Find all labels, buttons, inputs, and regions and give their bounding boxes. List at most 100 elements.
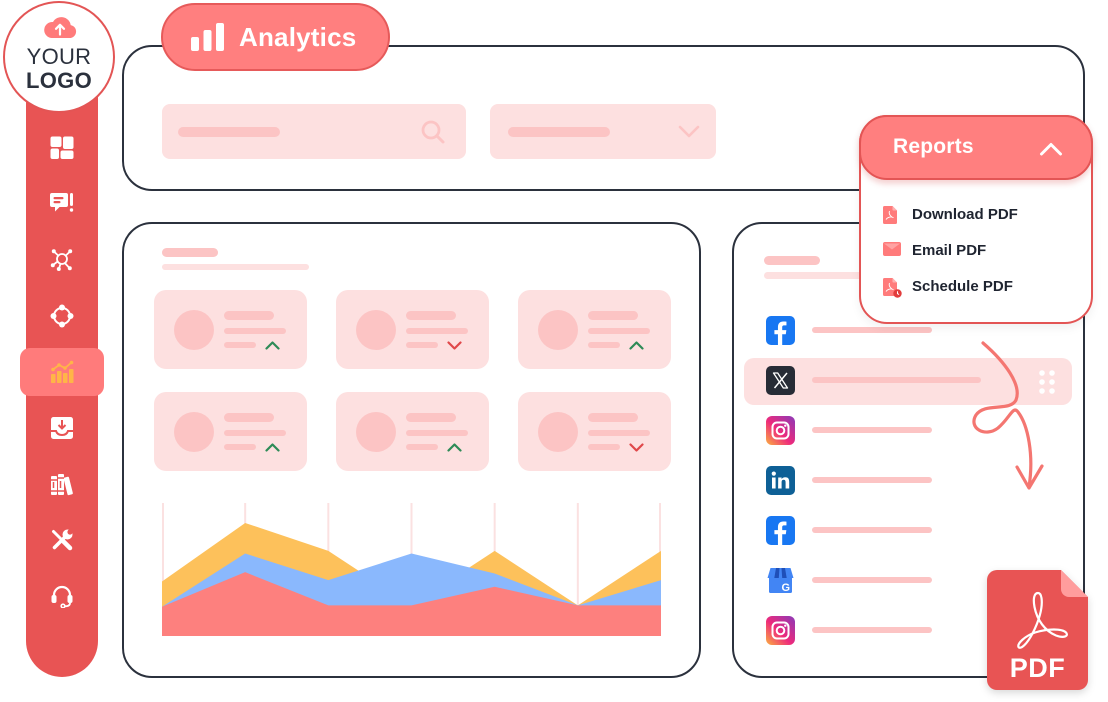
stat-card-avatar-skeleton	[538, 412, 578, 452]
area-chart	[162, 503, 661, 636]
x-icon	[766, 366, 795, 395]
sidebar-item-integrations[interactable]	[20, 292, 104, 340]
facebook-icon	[766, 316, 795, 345]
bar-chart-icon	[191, 23, 224, 51]
social-item-label-skeleton	[812, 577, 932, 583]
sidebar-item-support-headset[interactable]	[20, 572, 104, 620]
pdf-file-icon	[883, 206, 901, 225]
reports-dropdown: Reports Download PDF Email PDF Schedule …	[859, 115, 1093, 324]
stat-card	[154, 290, 307, 369]
sidebar-item-feedback[interactable]	[20, 180, 104, 228]
report-item-email-pdf[interactable]: Email PDF	[861, 233, 1091, 269]
sidebar-item-dashboard[interactable]	[20, 124, 104, 172]
trend-up-icon	[447, 443, 462, 452]
integrations-icon	[50, 304, 74, 328]
facebook-icon	[766, 516, 795, 545]
stat-card-label-skeleton	[588, 311, 638, 320]
filter-dropdown[interactable]	[490, 104, 716, 159]
stat-card-label-skeleton	[406, 413, 456, 422]
stat-card-value-skeleton	[224, 328, 286, 334]
x-icon	[766, 366, 795, 395]
stat-card-label-skeleton	[588, 413, 638, 422]
page-title: Analytics	[239, 21, 357, 52]
dashboard-icon	[50, 136, 74, 159]
reports-title: Reports	[893, 135, 974, 158]
social-item-label-skeleton	[812, 427, 932, 433]
search-input[interactable]	[162, 104, 466, 159]
social-item-label-skeleton	[812, 527, 932, 533]
instagram-icon	[766, 416, 795, 445]
trend-up-icon	[265, 341, 280, 350]
stat-card-value-skeleton	[588, 328, 650, 334]
stat-card-value-skeleton	[224, 430, 286, 436]
report-item-download-pdf[interactable]: Download PDF	[861, 197, 1091, 233]
social-item-x[interactable]	[744, 358, 1072, 405]
report-item-label: Schedule PDF	[912, 278, 1013, 295]
stat-card-grid	[154, 290, 671, 471]
sidebar-item-network[interactable]	[20, 236, 104, 284]
inbox-download-icon	[50, 416, 74, 440]
feedback-icon	[50, 192, 74, 216]
sidebar-item-inbox-download[interactable]	[20, 404, 104, 452]
instagram-icon	[766, 616, 795, 645]
email-icon	[883, 242, 901, 261]
dashboard-icon	[50, 136, 74, 160]
social-item-linkedin[interactable]	[744, 458, 1072, 505]
stat-card-label-skeleton	[406, 311, 456, 320]
logo[interactable]: YOUR LOGO	[3, 1, 115, 113]
social-item-instagram[interactable]	[744, 408, 1072, 455]
feedback-icon	[50, 193, 74, 212]
report-item-label: Email PDF	[912, 242, 987, 259]
tools-icon	[52, 529, 73, 551]
network-icon	[50, 249, 73, 271]
social-item-label-skeleton	[812, 477, 932, 483]
stat-card-label-skeleton	[224, 311, 274, 320]
stat-card-delta-skeleton	[588, 342, 620, 348]
support-headset-icon	[51, 585, 73, 608]
google-business-icon: G	[767, 568, 794, 594]
sidebar-item-library[interactable]	[20, 460, 104, 508]
area-chart-svg	[162, 503, 661, 636]
sidebar-item-analytics[interactable]	[20, 348, 104, 396]
stat-card-delta-skeleton	[224, 342, 256, 348]
facebook-icon	[766, 516, 795, 545]
drag-handle-icon[interactable]	[1038, 370, 1056, 394]
stats-panel-subtitle-skeleton	[162, 264, 309, 270]
stat-card	[336, 290, 489, 369]
social-panel-title-skeleton	[764, 256, 820, 265]
integrations-icon	[50, 304, 74, 328]
pdf-schedule-icon	[883, 278, 902, 298]
analytics-icon	[51, 360, 74, 383]
stat-card-avatar-skeleton	[356, 412, 396, 452]
stat-card-delta-skeleton	[224, 444, 256, 450]
chevron-up-icon[interactable]	[1039, 142, 1063, 156]
logo-line-1: YOUR	[26, 44, 92, 69]
tools-icon	[50, 528, 74, 552]
reports-dropdown-toggle[interactable]: Reports	[859, 115, 1093, 180]
search-input-value-skeleton	[178, 127, 280, 137]
stat-card-avatar-skeleton	[174, 412, 214, 452]
network-icon	[50, 248, 74, 272]
stat-card	[518, 290, 671, 369]
search-icon[interactable]	[420, 119, 446, 145]
trend-down-icon	[629, 443, 644, 452]
stat-card	[154, 392, 307, 471]
stat-card-delta-skeleton	[406, 342, 438, 348]
stat-card-value-skeleton	[406, 328, 468, 334]
stat-card-label-skeleton	[224, 413, 274, 422]
sidebar-item-tools[interactable]	[20, 516, 104, 564]
pdf-export-badge[interactable]: PDF	[987, 570, 1088, 690]
inbox-download-icon	[51, 417, 73, 439]
social-item-facebook[interactable]	[744, 508, 1072, 555]
page-title-tab[interactable]: Analytics	[161, 3, 390, 71]
instagram-icon	[766, 416, 795, 445]
library-icon	[50, 472, 74, 496]
dropdown-value-skeleton	[508, 127, 610, 137]
cloud-upload-icon	[44, 17, 77, 39]
stat-card-delta-skeleton	[588, 444, 620, 450]
library-icon	[51, 474, 73, 496]
instagram-icon	[766, 616, 795, 645]
stat-card-delta-skeleton	[406, 444, 438, 450]
stat-card-value-skeleton	[588, 430, 650, 436]
report-item-schedule-pdf[interactable]: Schedule PDF	[861, 269, 1091, 305]
